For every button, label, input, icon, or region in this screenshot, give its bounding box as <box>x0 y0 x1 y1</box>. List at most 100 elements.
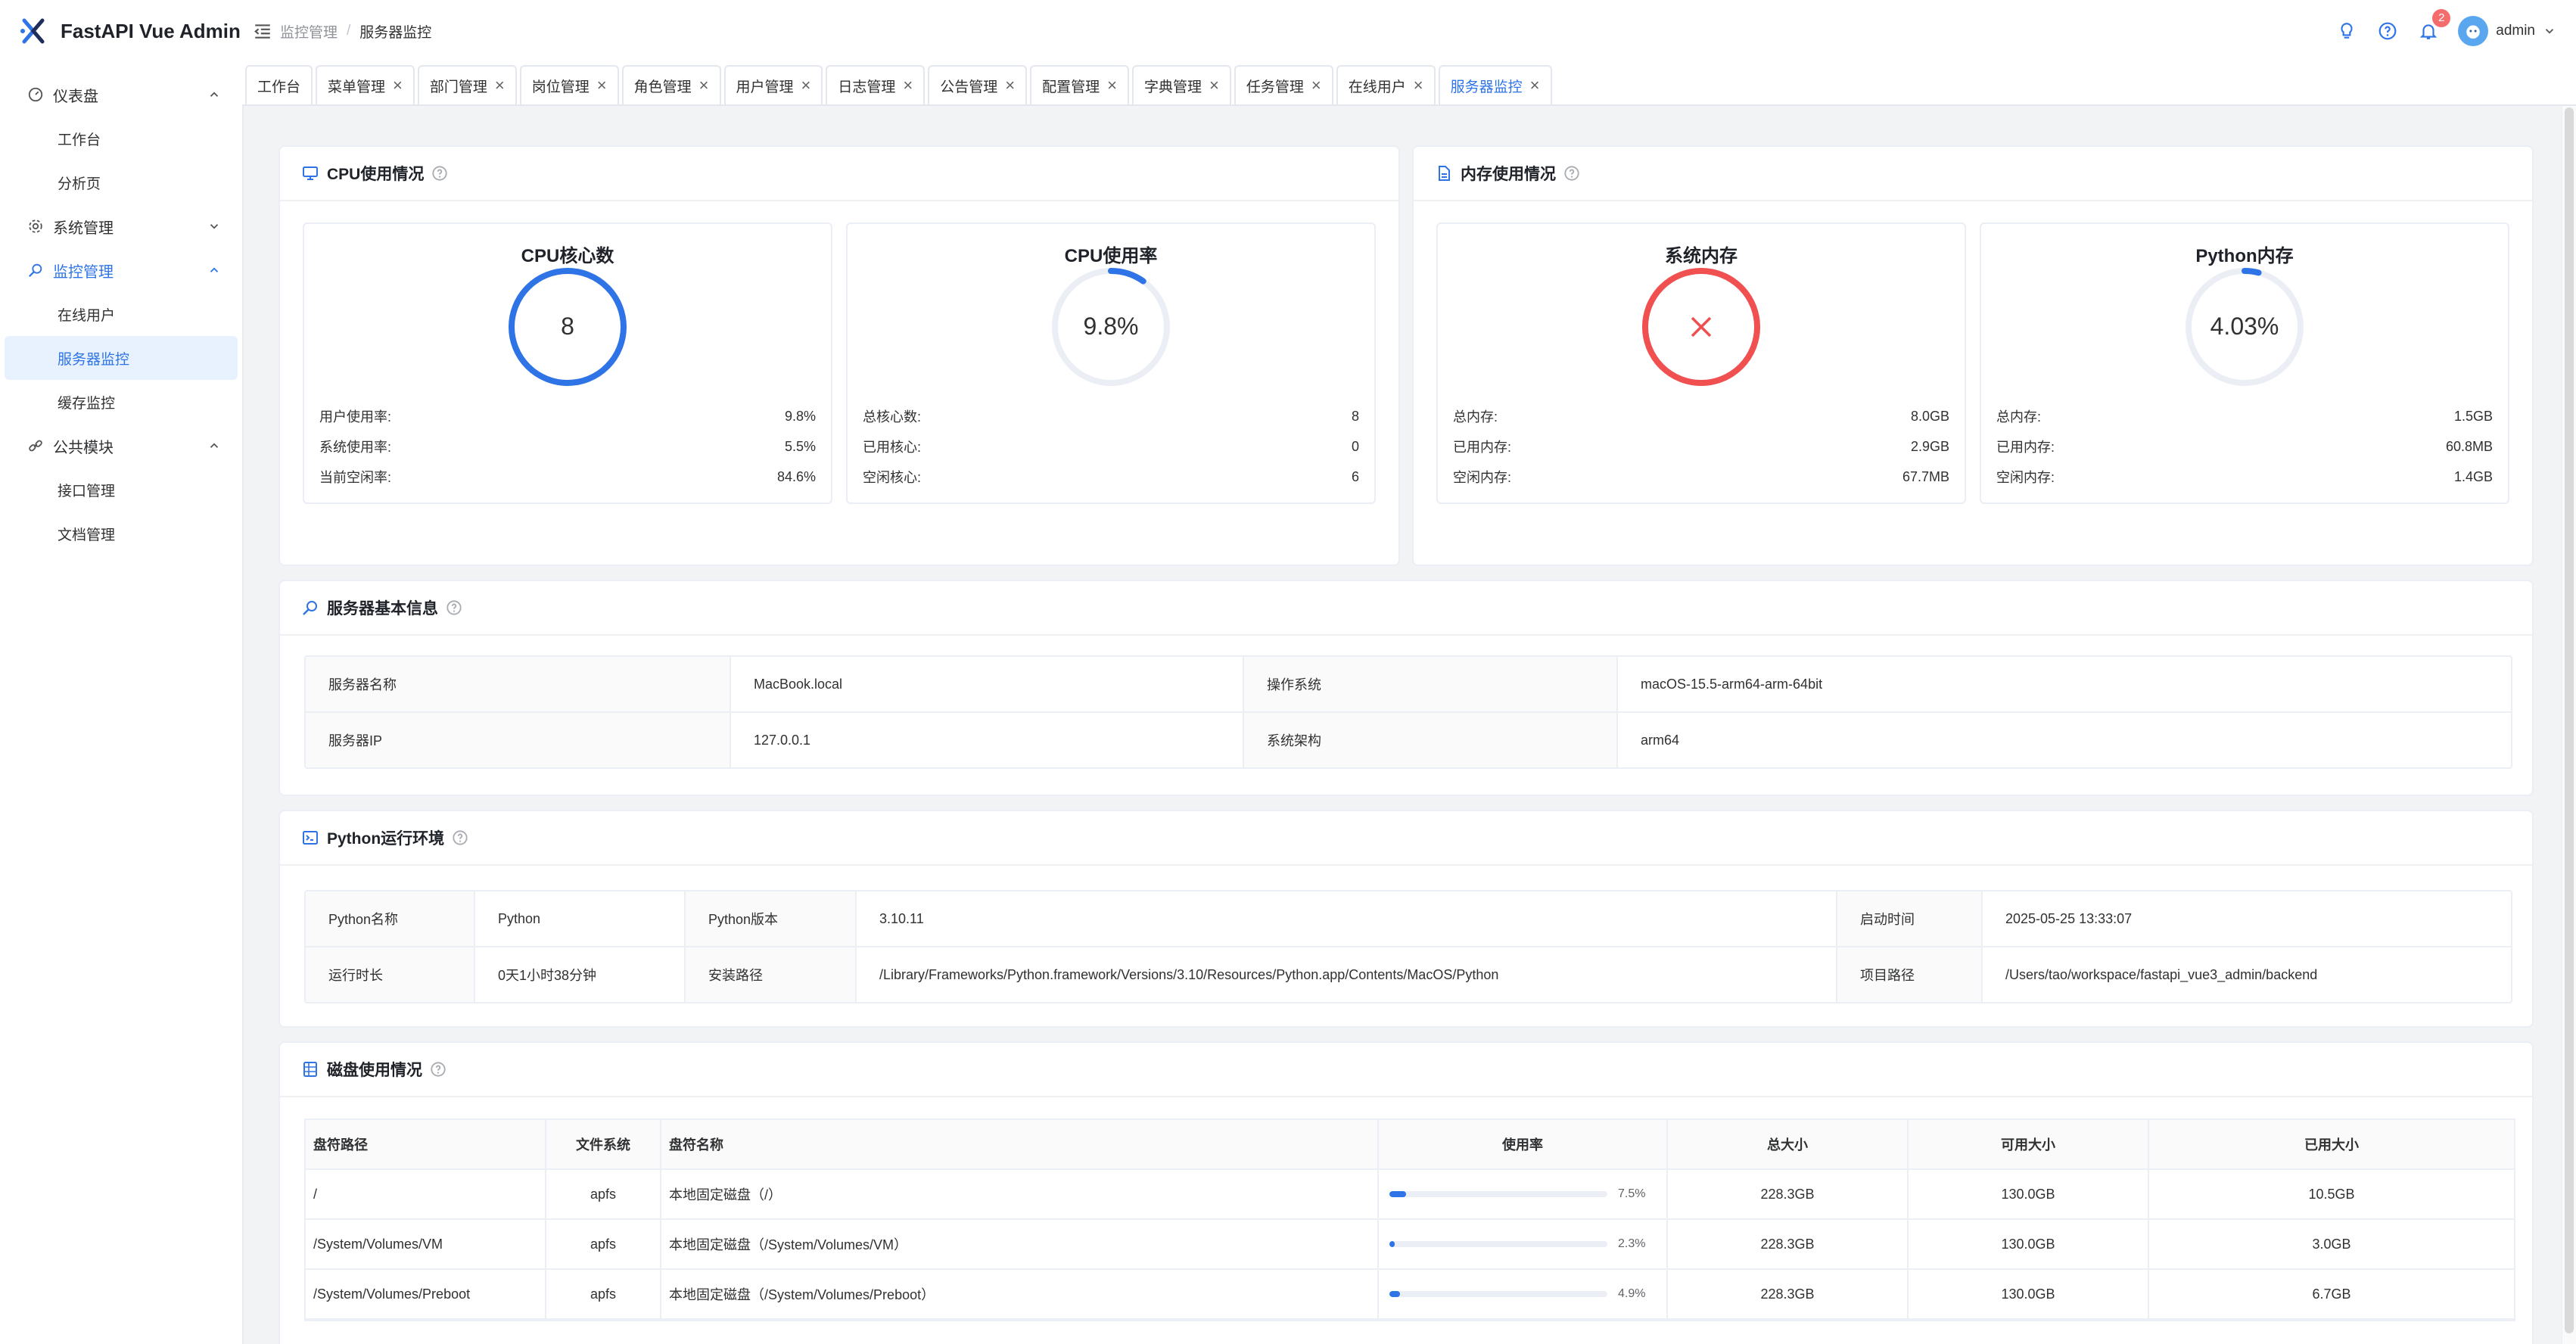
question-circle-icon[interactable] <box>430 1061 446 1078</box>
top-header: 监控管理 / 服务器监控 2 admin <box>242 0 2576 62</box>
info-label: 操作系统 <box>1244 657 1618 711</box>
tab-item[interactable]: 日志管理 × <box>826 65 926 104</box>
column-header[interactable]: 可用大小 <box>1909 1120 2149 1168</box>
stat-row: 总核心数: 8 <box>863 401 1359 431</box>
gauge-value: 4.03% <box>2210 313 2279 340</box>
chevron-down-icon <box>210 224 219 229</box>
lightbulb-icon[interactable] <box>2337 21 2357 41</box>
info-label: 服务器IP <box>306 713 731 767</box>
question-circle-icon[interactable] <box>431 165 448 182</box>
sidebar-menu: 仪表盘 工作台 分析页 系统管理 监控管理 在线用户 服务器监控 缓存监控 公共… <box>0 62 242 555</box>
close-icon[interactable]: × <box>1209 77 1219 94</box>
close-icon[interactable]: × <box>1530 77 1540 94</box>
close-icon[interactable]: × <box>597 77 607 94</box>
usage-cell: 7.5% <box>1379 1170 1668 1218</box>
close-icon[interactable]: × <box>1414 77 1423 94</box>
tab-item[interactable]: 公告管理 × <box>928 65 1028 104</box>
stat-label: 用户使用率: <box>319 409 392 425</box>
notification-button[interactable]: 2 <box>2419 9 2451 41</box>
tab-item[interactable]: 部门管理 × <box>417 65 517 104</box>
question-circle-icon[interactable] <box>1563 165 1580 182</box>
column-header[interactable]: 盘符路径 <box>306 1120 546 1168</box>
sidebar-group-system[interactable]: 系统管理 <box>0 204 242 248</box>
sidebar-group-public[interactable]: 公共模块 <box>0 424 242 468</box>
info-value: arm64 <box>1641 732 1680 748</box>
table-row: 服务器名称 MacBook.local 操作系统 macOS-15.5-arm6… <box>306 657 2511 713</box>
progress-label: 7.5% <box>1618 1187 1646 1200</box>
tab-item[interactable]: 用户管理 × <box>723 65 823 104</box>
close-icon[interactable]: × <box>495 77 505 94</box>
sidebar-group-label: 仪表盘 <box>53 88 98 105</box>
scrollbar-thumb[interactable] <box>2565 107 2574 1333</box>
server-info-card: 服务器基本信息 服务器名称 MacBook.local 操作系统 macOS-1… <box>278 580 2534 796</box>
tab-label: 服务器监控 <box>1450 79 1523 95</box>
tab-item[interactable]: 任务管理 × <box>1234 65 1333 104</box>
tab-item[interactable]: 配置管理 × <box>1030 65 1130 104</box>
sidebar-item-server-monitor[interactable]: 服务器监控 <box>5 336 238 380</box>
table-cell: 本地固定磁盘（/System/Volumes/VM） <box>661 1220 1379 1268</box>
gauge-title: CPU核心数 <box>521 246 614 266</box>
close-icon[interactable]: × <box>801 77 811 94</box>
info-value: /Users/tao/workspace/fastapi_vue3_admin/… <box>2005 966 2318 982</box>
stat-row: 当前空闲率: 84.6% <box>319 462 816 492</box>
sidebar-item-docs[interactable]: 文档管理 <box>5 512 238 555</box>
menu-fold-icon[interactable] <box>253 21 272 41</box>
usage-progress: 7.5% <box>1379 1187 1666 1201</box>
question-circle-icon[interactable] <box>446 599 462 616</box>
close-icon[interactable]: × <box>1107 77 1117 94</box>
avatar[interactable] <box>2458 16 2489 46</box>
tab-item[interactable]: 字典管理 × <box>1132 65 1231 104</box>
close-icon <box>1691 316 1712 338</box>
column-header[interactable]: 总大小 <box>1668 1120 1909 1168</box>
username[interactable]: admin <box>2496 23 2535 39</box>
logo[interactable]: FastAPI Vue Admin <box>0 0 242 62</box>
close-icon[interactable]: × <box>903 77 913 94</box>
info-value: macOS-15.5-arm64-arm-64bit <box>1641 676 1823 692</box>
info-label: 系统架构 <box>1244 713 1618 767</box>
stat-row: 已用内存: 2.9GB <box>1453 431 1949 462</box>
gear-icon <box>29 219 42 233</box>
sidebar-item-analysis[interactable]: 分析页 <box>5 160 238 204</box>
tab-item[interactable]: 在线用户 × <box>1336 65 1436 104</box>
sidebar-group-monitor[interactable]: 监控管理 <box>0 248 242 292</box>
close-icon[interactable]: × <box>1311 77 1321 94</box>
info-value: MacBook.local <box>731 657 1244 711</box>
sidebar-item-online-users[interactable]: 在线用户 <box>5 292 238 336</box>
close-icon[interactable]: × <box>393 77 403 94</box>
tab-label: 部门管理 <box>429 79 487 95</box>
tab-bar: 工作台 菜单管理 × 部门管理 × 岗位管理 × 角色管理 × 用户管理 × 日志管理 × 公告管理 × 配置… <box>242 62 2576 106</box>
table-cell: 130.0GB <box>1909 1170 2149 1218</box>
stat-label: 总核心数: <box>863 409 922 425</box>
sidebar-item-cache-monitor[interactable]: 缓存监控 <box>5 380 238 424</box>
app-title: FastAPI Vue Admin <box>61 19 241 42</box>
help-icon[interactable] <box>2378 21 2397 41</box>
question-circle-icon[interactable] <box>452 829 468 846</box>
info-label: Python名称 <box>306 891 475 946</box>
table-cell: / <box>306 1170 546 1218</box>
close-icon[interactable]: × <box>1005 77 1015 94</box>
column-header[interactable]: 使用率 <box>1379 1120 1668 1168</box>
sidebar-group-dashboard[interactable]: 仪表盘 <box>0 73 242 117</box>
stat-row: 已用内存: 60.8MB <box>1996 431 2493 462</box>
sidebar-item-api[interactable]: 接口管理 <box>5 468 238 512</box>
tab-item[interactable]: 服务器监控 × <box>1438 65 1552 104</box>
table-row: 运行时长 0天1小时38分钟 安装路径 /Library/Frameworks/… <box>306 947 2511 1002</box>
close-icon[interactable]: × <box>699 77 709 94</box>
tab-item[interactable]: 岗位管理 × <box>519 65 619 104</box>
tab-label: 菜单管理 <box>328 79 386 95</box>
info-label: 运行时长 <box>306 947 475 1002</box>
chevron-down-icon[interactable] <box>2543 24 2556 38</box>
tab-item[interactable]: 菜单管理 × <box>316 65 415 104</box>
column-header[interactable]: 文件系统 <box>546 1120 661 1168</box>
info-value: 127.0.0.1 <box>731 713 1244 767</box>
python-env-table: Python名称 Python Python版本 3.10.11 启动时间 20… <box>304 890 2512 1003</box>
column-header[interactable]: 盘符名称 <box>661 1120 1379 1168</box>
tab-item[interactable]: 工作台 <box>245 65 313 104</box>
column-header[interactable]: 已用大小 <box>2149 1120 2514 1168</box>
stat-label: 已用内存: <box>1996 440 2055 455</box>
page-scrollbar[interactable] <box>2562 106 2576 1344</box>
breadcrumb-item[interactable]: 监控管理 <box>280 21 338 42</box>
link-icon <box>29 440 42 452</box>
tab-item[interactable]: 角色管理 × <box>621 65 721 104</box>
sidebar-item-workbench[interactable]: 工作台 <box>5 117 238 160</box>
